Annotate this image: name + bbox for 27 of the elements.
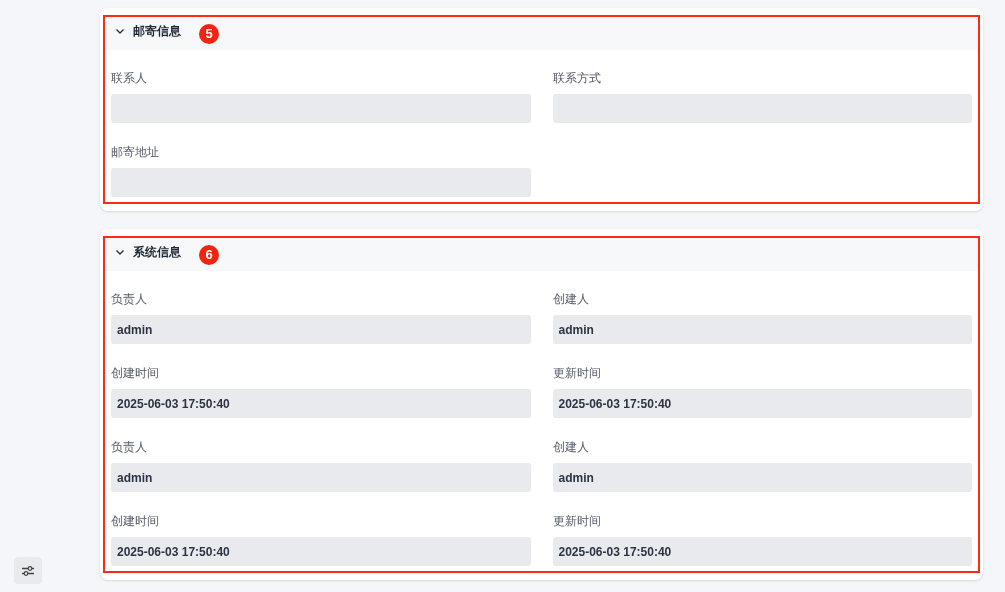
section-title: 邮寄信息 bbox=[133, 23, 181, 40]
field-label: 创建人 bbox=[552, 439, 590, 455]
input-field[interactable]: admin bbox=[111, 315, 531, 344]
input-field[interactable]: admin bbox=[552, 463, 972, 492]
field-label: 更新时间 bbox=[552, 513, 602, 529]
field-label: 创建时间 bbox=[111, 365, 160, 381]
input-field[interactable]: admin bbox=[552, 315, 972, 344]
field-label: 邮寄地址 bbox=[111, 144, 160, 160]
section-header[interactable]: 系统信息 6 bbox=[105, 238, 978, 271]
input-field[interactable]: admin bbox=[111, 463, 531, 492]
field-label: 创建时间 bbox=[111, 513, 160, 529]
settings-button[interactable] bbox=[14, 557, 42, 584]
input-field[interactable]: 2025-06-03 17:50:40 bbox=[552, 537, 972, 566]
number-badge: 6 bbox=[199, 245, 219, 265]
section-header[interactable]: 邮寄信息 5 bbox=[105, 17, 978, 50]
input-field[interactable]: 2025-06-03 17:50:40 bbox=[111, 537, 531, 566]
field-label: 联系人 bbox=[111, 70, 148, 86]
sliders-icon bbox=[21, 564, 35, 577]
field-label: 联系方式 bbox=[552, 70, 602, 86]
field-label: 负责人 bbox=[111, 291, 148, 307]
number-badge: 5 bbox=[199, 24, 219, 44]
field-label: 负责人 bbox=[111, 439, 148, 455]
section-title: 系统信息 bbox=[133, 244, 181, 261]
input-field[interactable]: 2025-06-03 17:50:40 bbox=[111, 389, 531, 418]
field-label: 创建人 bbox=[552, 291, 590, 307]
field-label: 更新时间 bbox=[552, 365, 602, 381]
input-field[interactable]: 2025-06-03 17:50:40 bbox=[552, 389, 972, 418]
